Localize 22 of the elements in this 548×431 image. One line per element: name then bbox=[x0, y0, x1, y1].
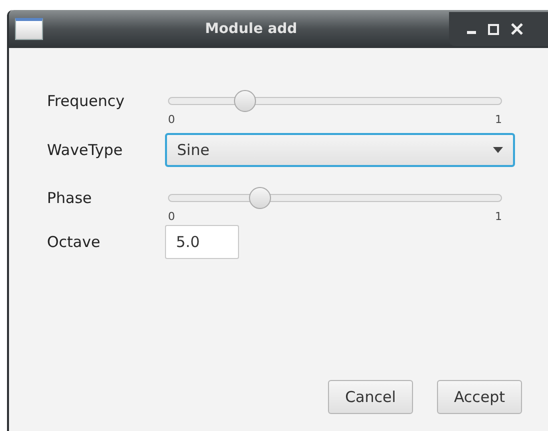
dropdown-caret-icon bbox=[493, 147, 503, 153]
octave-field[interactable]: 5.0 bbox=[165, 225, 239, 259]
minimize-icon[interactable] bbox=[467, 31, 476, 35]
maximize-icon[interactable] bbox=[488, 24, 499, 34]
tick-label: 1 bbox=[495, 114, 502, 125]
window-title: Module add bbox=[205, 20, 298, 38]
app-window-icon bbox=[15, 18, 43, 40]
dialog-button[interactable]: Accept bbox=[437, 380, 522, 414]
tick-label: 0 bbox=[168, 114, 175, 125]
wave-type-dropdown[interactable]: Sine bbox=[165, 133, 515, 167]
dialog-button[interactable]: Cancel bbox=[328, 380, 413, 414]
tick-label: 0 bbox=[168, 211, 175, 222]
field-label: WaveType bbox=[47, 140, 124, 161]
slider-thumb[interactable] bbox=[249, 187, 272, 209]
field-label: Octave bbox=[47, 232, 102, 253]
tick-label: 1 bbox=[495, 211, 502, 222]
close-icon[interactable] bbox=[511, 23, 523, 35]
field-label: Frequency bbox=[47, 91, 126, 112]
slider-track[interactable] bbox=[168, 187, 502, 209]
slider-track[interactable] bbox=[168, 90, 502, 112]
field-label: Phase bbox=[47, 188, 93, 209]
slider-thumb[interactable] bbox=[234, 90, 256, 112]
